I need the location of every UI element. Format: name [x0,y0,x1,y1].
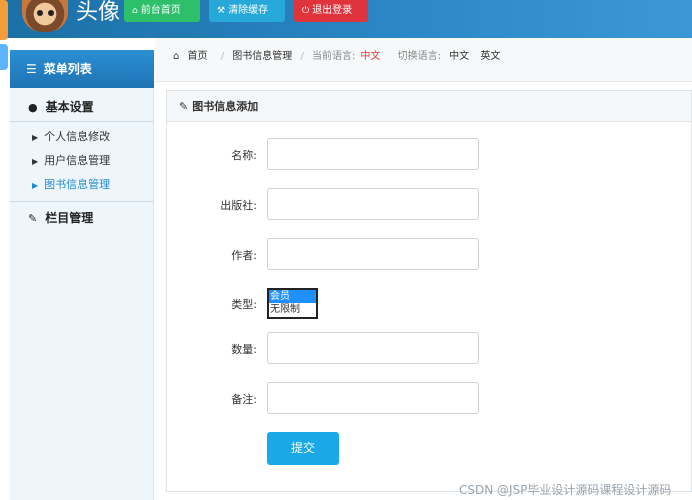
name-input[interactable] [267,138,479,170]
menu-list-label: 菜单列表 [43,62,92,76]
sidebar-divider [10,201,154,202]
menu-list-title: ☰ 菜单列表 [10,50,154,88]
current-language-label: 当前语言: [312,51,356,62]
sidebar-item-label: 图书信息管理 [44,178,111,191]
type-label: 类型: [231,298,257,311]
type-option-unlimited[interactable]: 无限制 [269,303,316,316]
sidebar-item-label: 个人信息修改 [44,130,111,143]
home-crumb[interactable]: ⌂ 首页 [173,51,213,62]
publisher-label: 出版社: [220,199,257,212]
submit-button[interactable]: 提交 [267,432,339,465]
author-label: 作者: [231,249,257,262]
remark-label: 备注: [231,393,257,406]
publisher-input[interactable] [267,188,479,220]
logout-label: 退出登录 [312,5,353,16]
sidebar-item-book-management[interactable]: ▶ 图书信息管理 [10,174,154,196]
sidebar-item-label: 用户信息管理 [44,154,111,167]
logout-button[interactable]: ⏻ 退出登录 [294,0,368,22]
caret-right-icon: ▶ [32,181,39,190]
switch-language-label: 切换语言: [397,51,441,62]
book-add-panel: ✎ 图书信息添加 名称: 出版社: 作者: 类型: 会员 无限制 数量: 备注: … [166,90,692,492]
frontend-home-button[interactable]: ⌂ 前台首页 [124,0,200,22]
edit-icon: ✎ [179,100,189,113]
current-crumb: 图书信息管理 [232,51,293,62]
sidebar-item-user-management[interactable]: ▶ 用户信息管理 [10,150,154,172]
caret-right-icon: ▶ [32,157,39,166]
sidebar-group-basic-settings[interactable]: ● 基本设置 [10,92,154,122]
sidebar-group-label: 栏目管理 [45,211,94,225]
panel-title: 图书信息添加 [192,100,259,113]
sidebar: ☰ 菜单列表 ● 基本设置 ▶ 个人信息修改 ▶ 用户信息管理 ▶ 图书信息管理 ✎ 栏目管… [10,50,154,500]
brand-title: 头像 [76,0,121,25]
name-label: 名称: [231,149,257,162]
power-icon: ⏻ [302,6,310,16]
blue-tab-icon [0,44,8,70]
sidebar-group-column-management[interactable]: ✎ 栏目管理 [10,203,154,233]
clear-cache-button[interactable]: ⚒ 清除缓存 [209,0,285,22]
sidebar-item-profile-edit[interactable]: ▶ 个人信息修改 [10,126,154,148]
current-language-value: 中文 [360,51,381,62]
clear-cache-label: 清除缓存 [228,5,269,16]
wrench-icon: ⚒ [217,6,226,16]
left-edge-decoration [0,0,8,90]
caret-right-icon: ▶ [32,133,39,142]
language-zh-link[interactable]: 中文 [449,51,469,62]
orange-tab-icon [0,0,8,40]
author-input[interactable] [267,238,479,270]
list-icon: ☰ [26,62,37,76]
type-option-member[interactable]: 会员 [269,290,316,303]
breadcrumb: ⌂ 首页 / 图书信息管理 / 当前语言: 中文 切换语言: 中文 英文 [155,38,692,82]
home-icon: ⌂ [173,51,180,62]
sidebar-group-label: 基本设置 [45,100,94,114]
quantity-input[interactable] [267,332,479,364]
avatar-eye [48,10,54,16]
home-icon: ⌂ [132,6,138,16]
home-crumb-label: 首页 [187,51,208,62]
remark-input[interactable] [267,382,479,414]
avatar-eye [37,10,43,16]
type-select[interactable]: 会员 无限制 [267,288,318,319]
watermark-text: CSDN @JSP毕业设计源码课程设计源码 [459,483,672,497]
panel-header: ✎ 图书信息添加 [167,91,691,122]
edit-icon: ✎ [28,212,38,225]
breadcrumb-separator: / [300,51,304,62]
user-icon: ● [28,101,38,114]
breadcrumb-separator: / [220,51,225,62]
frontend-home-label: 前台首页 [140,5,181,16]
quantity-label: 数量: [231,343,257,356]
language-en-link[interactable]: 英文 [480,51,500,62]
